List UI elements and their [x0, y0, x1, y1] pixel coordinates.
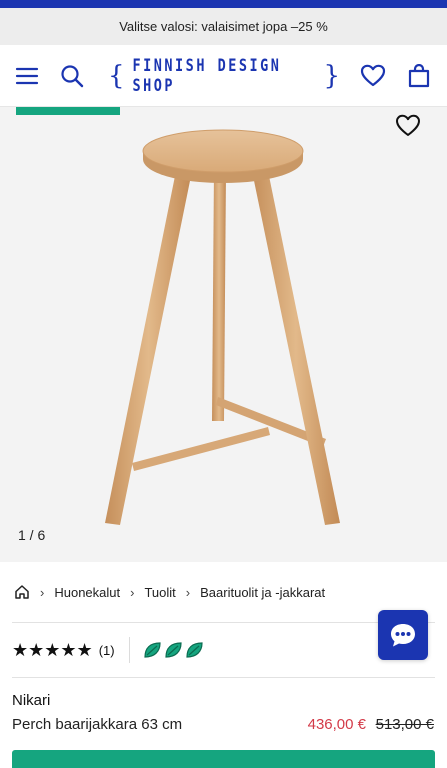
site-header: { FINNISH DESIGN SHOP }: [0, 45, 447, 107]
leaf-icon: [185, 642, 203, 658]
divider: [12, 677, 435, 678]
breadcrumb-item-furniture[interactable]: Huonekalut: [54, 585, 120, 600]
chat-button[interactable]: [378, 610, 428, 660]
chevron-right-icon: ›: [130, 584, 135, 600]
review-count[interactable]: (1): [99, 643, 115, 658]
menu-icon[interactable]: [12, 61, 42, 91]
chevron-right-icon: ›: [185, 584, 191, 600]
sale-price: 436,00 €: [307, 716, 366, 733]
chevron-right-icon: ›: [40, 584, 45, 600]
breadcrumb-item-bar-stools[interactable]: Baarituolit ja -jakkarat: [200, 585, 325, 600]
sustainability-leaves[interactable]: [142, 640, 204, 660]
divider: [12, 622, 435, 623]
star-rating[interactable]: ★★★★★: [12, 640, 93, 661]
label-tab: [16, 107, 120, 115]
leaf-icon: [143, 642, 161, 658]
add-to-cart-button[interactable]: [12, 750, 435, 768]
logo-text: FINNISH DESIGN SHOP: [132, 56, 282, 96]
top-stripe: [0, 0, 447, 8]
product-image: [105, 129, 340, 525]
bag-icon[interactable]: [404, 61, 434, 91]
original-price: 513,00 €: [375, 716, 434, 733]
logo-brace-left: {: [108, 61, 125, 91]
site-logo[interactable]: { FINNISH DESIGN SHOP }: [108, 56, 340, 96]
add-to-favorites-icon[interactable]: [395, 114, 421, 140]
heart-icon[interactable]: [358, 61, 388, 91]
home-icon[interactable]: [14, 584, 30, 600]
divider: [128, 637, 130, 663]
breadcrumb-item-chairs[interactable]: Tuolit: [144, 585, 175, 600]
chat-icon: [391, 624, 415, 647]
product-brand[interactable]: Nikari: [12, 692, 50, 709]
image-counter: 1 / 6: [18, 527, 46, 543]
product-gallery[interactable]: 1 / 6: [0, 107, 447, 562]
logo-brace-right: }: [323, 61, 340, 91]
leaf-icon: [164, 642, 182, 658]
promo-banner[interactable]: Valitse valosi: valaisimet jopa –25 %: [0, 8, 447, 45]
product-name: Perch baarijakkara 63 cm: [12, 716, 183, 733]
search-icon[interactable]: [57, 61, 87, 91]
promo-text: Valitse valosi: valaisimet jopa –25 %: [119, 19, 328, 34]
